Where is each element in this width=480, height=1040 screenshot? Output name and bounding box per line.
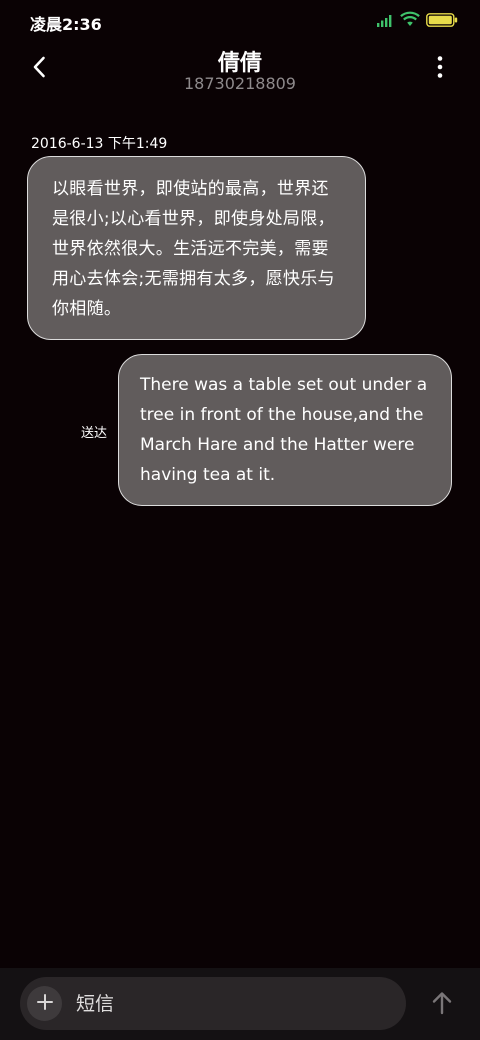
send-button[interactable] [425, 988, 459, 1022]
plus-icon [36, 993, 54, 1015]
status-time: 凌晨2:36 [30, 15, 102, 34]
message-text: There was a table set out under a tree i… [140, 375, 428, 485]
status-bar: 凌晨2:36 [0, 0, 480, 40]
message-timestamp: 2016-6-13 下午1:49 [31, 136, 168, 152]
delivery-status: 送达 [81, 426, 108, 441]
battery-icon [426, 12, 458, 31]
messaging-screen: 凌晨2:36 倩倩 18730218809 2016-6-13 下午1:49 以… [0, 0, 480, 1040]
incoming-message-bubble[interactable]: 以眼看世界，即使站的最高，世界还是很小;以心看世界，即使身处局限，世界依然很大。… [27, 156, 366, 340]
status-icons [376, 11, 458, 31]
add-attachment-button[interactable] [27, 986, 62, 1021]
arrow-up-icon [431, 991, 453, 1019]
message-input[interactable] [76, 987, 376, 1021]
more-vertical-icon [437, 55, 443, 83]
more-options-button[interactable] [428, 56, 452, 82]
contact-name: 倩倩 [217, 51, 262, 76]
outgoing-message-bubble[interactable]: There was a table set out under a tree i… [118, 354, 452, 506]
contact-number: 18730218809 [184, 74, 296, 93]
wifi-icon [400, 11, 420, 31]
signal-icon [376, 12, 394, 31]
message-text: 以眼看世界，即使站的最高，世界还是很小;以心看世界，即使身处局限，世界依然很大。… [52, 179, 335, 319]
